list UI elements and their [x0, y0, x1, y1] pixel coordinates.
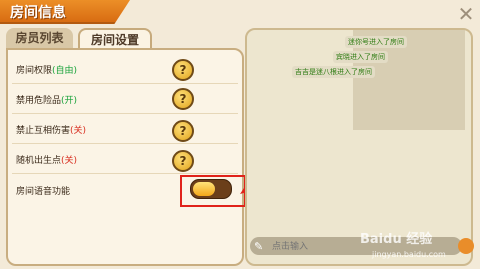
setting-status: (自由) [52, 66, 78, 76]
setting-label: 随机出生点 [16, 156, 62, 166]
pencil-icon: ✎ [254, 240, 264, 253]
tab-member-list[interactable]: 房员列表 [6, 28, 73, 48]
chat-message: 迷你号进入了房间 [345, 36, 407, 48]
setting-label: 禁用危险品 [16, 96, 62, 106]
row-divider [12, 83, 238, 84]
setting-label: 禁止互相伤害 [16, 126, 71, 136]
close-icon[interactable]: ✕ [455, 3, 477, 25]
setting-status: (开) [61, 96, 78, 106]
help-icon[interactable]: ? [172, 59, 194, 81]
setting-room-voice: 房间语音功能 [16, 184, 70, 197]
watermark-url: jingyan.baidu.com [372, 250, 446, 259]
setting-status: (关) [70, 126, 87, 136]
row-divider [12, 113, 238, 114]
setting-status: (关) [61, 156, 78, 166]
chat-message: 宾晓进入了房间 [333, 51, 388, 63]
help-icon[interactable]: ? [172, 150, 194, 172]
settings-panel: 房间权限(自由) ? 禁用危险品(开) ? 禁止互相伤害(关) ? 随机出生点(… [6, 48, 244, 266]
row-divider [12, 143, 238, 144]
row-divider [12, 173, 238, 174]
window-title: 房间信息 [10, 5, 66, 21]
chat-message: 吉吉是迷八根进入了房间 [292, 66, 375, 78]
help-icon[interactable]: ? [172, 120, 194, 142]
setting-room-permission: 房间权限(自由) [16, 63, 77, 76]
send-button[interactable] [458, 238, 474, 254]
highlight-box [180, 175, 246, 207]
help-icon[interactable]: ? [172, 88, 194, 110]
setting-label: 房间权限 [16, 66, 53, 76]
setting-label: 房间语音功能 [16, 187, 71, 197]
setting-random-spawn: 随机出生点(关) [16, 153, 77, 166]
tab-room-settings[interactable]: 房间设置 [78, 28, 152, 50]
setting-disable-dangerous: 禁用危险品(开) [16, 93, 77, 106]
setting-no-mutual-damage: 禁止互相伤害(关) [16, 123, 86, 136]
watermark-brand: Baidu 经验 [360, 232, 433, 247]
